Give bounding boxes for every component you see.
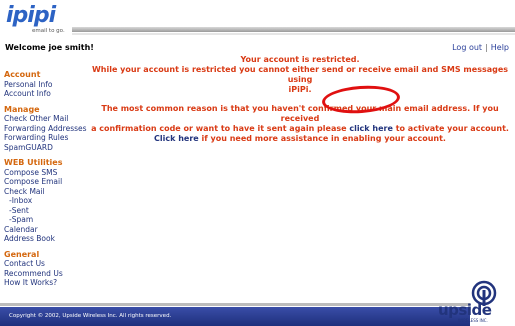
logo-tagline: email to go. bbox=[32, 28, 65, 34]
header-divider bbox=[72, 27, 515, 32]
section-title-general: General bbox=[4, 249, 40, 259]
restricted-heading: Your account is restricted. bbox=[240, 55, 360, 64]
section-title-web-utilities: WEB Utilities bbox=[4, 158, 63, 167]
restriction-detail-brand: iPiPi. bbox=[288, 85, 312, 94]
logout-link[interactable]: Log out bbox=[452, 43, 482, 52]
ipipi-logo[interactable]: ipipi email to go. bbox=[6, 3, 76, 39]
sidebar-item-compose-sms[interactable]: Compose SMS bbox=[4, 168, 94, 178]
assistance-post-text: if you need more assistance in enabling … bbox=[201, 134, 446, 143]
section-title-account: Account bbox=[4, 70, 41, 79]
sidebar-item-calendar[interactable]: Calendar bbox=[4, 225, 94, 235]
top-links: Log out | Help bbox=[452, 43, 509, 52]
sidebar-item-check-other-mail[interactable]: Check Other Mail bbox=[4, 114, 94, 124]
upside-brand-text: upside bbox=[438, 301, 492, 319]
restriction-message: Your account is restricted. While your a… bbox=[88, 55, 512, 144]
sidebar-item-forwarding-addresses[interactable]: Forwarding Addresses bbox=[4, 124, 94, 134]
link-separator: | bbox=[485, 43, 488, 52]
assistance-click-here-link[interactable]: Click here bbox=[154, 134, 199, 143]
upside-wireless-logo: upside WIRELESS INC. bbox=[438, 280, 513, 324]
restriction-detail: While your account is restricted you can… bbox=[88, 65, 512, 95]
sidebar-item-forwarding-rules[interactable]: Forwarding Rules bbox=[4, 133, 94, 143]
sidebar-item-check-mail[interactable]: Check Mail bbox=[4, 187, 94, 197]
sidebar-item-personal-info[interactable]: Personal Info bbox=[4, 80, 94, 90]
activation-pre-text: a confirmation code or want to have it s… bbox=[91, 124, 347, 133]
restriction-detail-text: While your account is restricted you can… bbox=[91, 65, 509, 84]
sidebar-item-account-info[interactable]: Account Info bbox=[4, 89, 94, 99]
sidebar-item-inbox[interactable]: -Inbox bbox=[4, 196, 94, 206]
sidebar-item-spam[interactable]: -Spam bbox=[4, 215, 94, 225]
help-link[interactable]: Help bbox=[491, 43, 509, 52]
sidebar-item-recommend-us[interactable]: Recommend Us bbox=[4, 269, 94, 279]
footer-divider bbox=[0, 303, 470, 306]
activation-post-text: to activate your account. bbox=[395, 124, 509, 133]
sidebar-item-address-book[interactable]: Address Book bbox=[4, 234, 94, 244]
header-divider-light bbox=[72, 33, 515, 35]
sidebar-nav: Account Personal Info Account Info Manag… bbox=[4, 70, 94, 288]
header: ipipi email to go. bbox=[0, 0, 515, 40]
logo-text: ipipi bbox=[6, 3, 56, 28]
activation-line: a confirmation code or want to have it s… bbox=[88, 124, 512, 134]
assistance-line: Click here if you need more assistance i… bbox=[88, 134, 512, 144]
sidebar-item-contact-us[interactable]: Contact Us bbox=[4, 259, 94, 269]
sidebar-item-compose-email[interactable]: Compose Email bbox=[4, 177, 94, 187]
copyright-text: Copyright © 2002, Upside Wireless Inc. A… bbox=[9, 313, 172, 319]
activate-click-here-link[interactable]: click here bbox=[349, 124, 393, 133]
sidebar-item-sent[interactable]: -Sent bbox=[4, 206, 94, 216]
sidebar-item-how-it-works[interactable]: How It Works? bbox=[4, 278, 94, 288]
sidebar-item-spamguard[interactable]: SpamGUARD bbox=[4, 143, 94, 153]
welcome-message: Welcome joe smith! bbox=[5, 43, 94, 52]
upside-brand-subtext: WIRELESS INC. bbox=[458, 318, 488, 323]
reason-line: The most common reason is that you haven… bbox=[101, 104, 499, 123]
section-title-manage: Manage bbox=[4, 104, 40, 114]
